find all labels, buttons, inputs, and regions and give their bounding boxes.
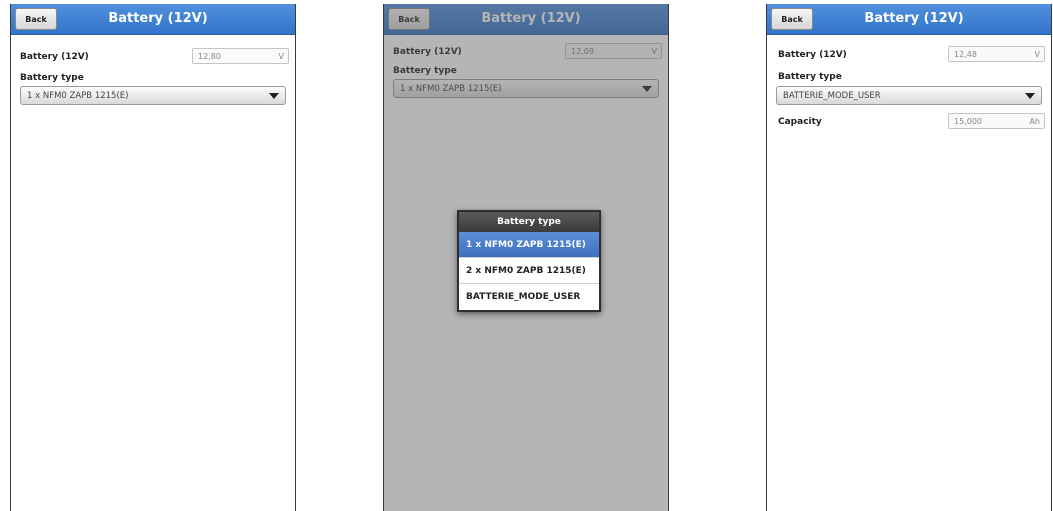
screen-1: Back Battery (12V) Battery (12V) 12,80 V… — [10, 4, 296, 511]
capacity-field[interactable]: 15,000 Ah — [948, 113, 1045, 129]
battery-type-value: 1 x NFM0 ZAPB 1215(E) — [27, 91, 129, 101]
capacity-value: 15,000 — [954, 117, 982, 126]
dialog-option[interactable]: BATTERIE_MODE_USER — [459, 284, 599, 310]
capacity-unit: Ah — [1029, 117, 1040, 126]
page-title: Battery (12V) — [864, 11, 964, 26]
battery-type-value: BATTERIE_MODE_USER — [783, 91, 881, 101]
voltage-value: 12,80 — [198, 52, 221, 61]
voltage-unit: V — [1034, 50, 1040, 59]
dialog-title: Battery type — [459, 212, 599, 232]
voltage-label: Battery (12V) — [778, 50, 847, 60]
dropdown-arrow-icon — [1025, 93, 1035, 99]
battery-type-label: Battery type — [20, 73, 84, 83]
battery-type-dialog: Battery type 1 x NFM0 ZAPB 1215(E) 2 x N… — [457, 210, 601, 312]
voltage-unit: V — [278, 52, 284, 61]
screen-2: Back Battery (12V) Battery (12V) 12,09 V… — [383, 4, 669, 511]
capacity-label: Capacity — [778, 117, 822, 127]
voltage-value: 12,48 — [954, 50, 977, 59]
battery-type-select[interactable]: 1 x NFM0 ZAPB 1215(E) — [20, 86, 286, 105]
page-title: Battery (12V) — [108, 11, 208, 26]
header-bar: Back Battery (12V) — [767, 4, 1051, 35]
voltage-label: Battery (12V) — [20, 52, 89, 62]
back-button[interactable]: Back — [771, 8, 813, 30]
dialog-option[interactable]: 1 x NFM0 ZAPB 1215(E) — [459, 232, 599, 258]
header-dim-overlay — [384, 4, 668, 35]
dialog-option[interactable]: 2 x NFM0 ZAPB 1215(E) — [459, 258, 599, 284]
header-bar: Back Battery (12V) — [11, 4, 295, 35]
screen-3: Back Battery (12V) Battery (12V) 12,48 V… — [766, 4, 1052, 511]
voltage-field[interactable]: 12,48 V — [948, 46, 1045, 62]
voltage-field[interactable]: 12,80 V — [192, 48, 289, 64]
back-button[interactable]: Back — [15, 8, 57, 30]
battery-type-label: Battery type — [778, 72, 842, 82]
dropdown-arrow-icon — [269, 93, 279, 99]
battery-type-select[interactable]: BATTERIE_MODE_USER — [776, 86, 1042, 105]
